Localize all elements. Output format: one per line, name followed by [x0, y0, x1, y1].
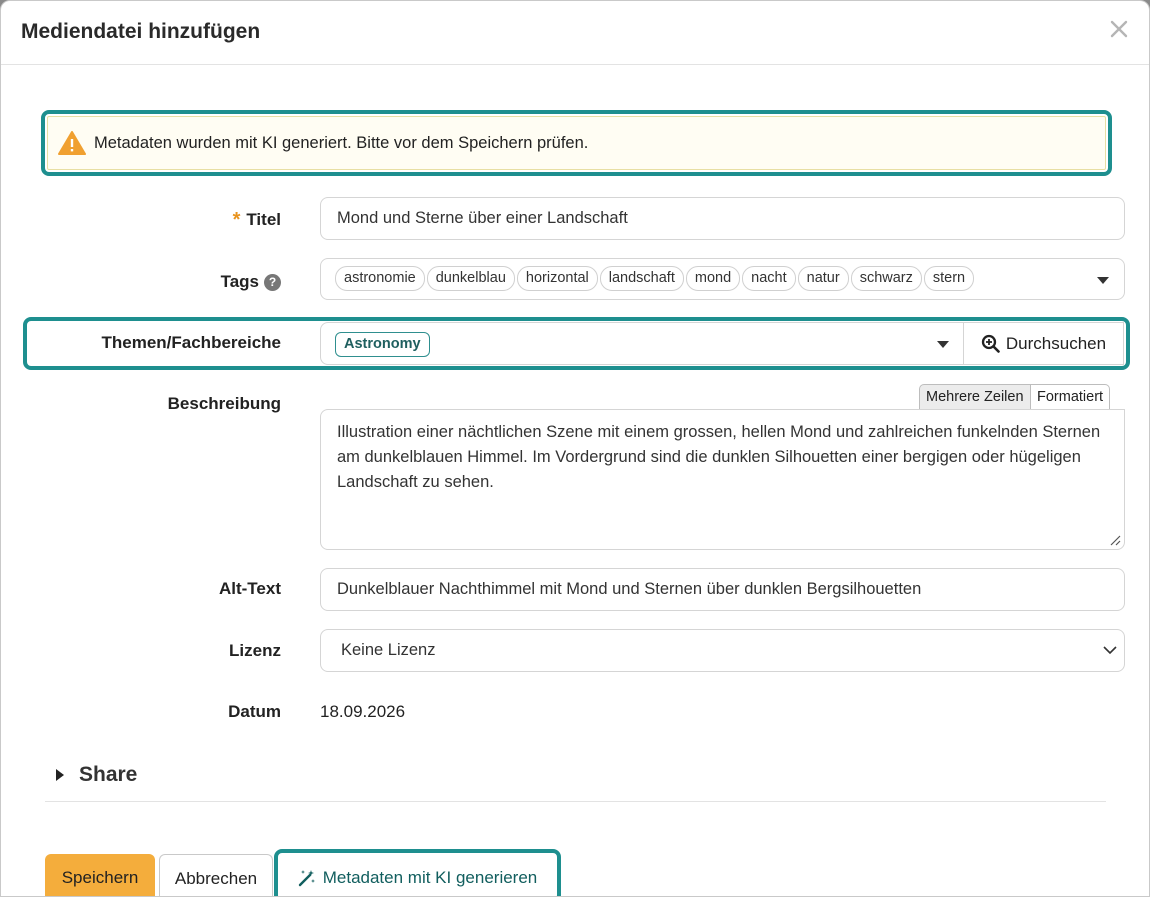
browse-button[interactable]: Durchsuchen: [963, 323, 1123, 364]
tags-label: Tags?: [221, 272, 281, 292]
tag-chip[interactable]: horizontal: [516, 266, 598, 291]
title-value: Mond und Sterne über einer Landschaft: [337, 209, 628, 227]
tag-chip[interactable]: astronomie: [335, 266, 425, 291]
subject-chip[interactable]: Astronomy: [335, 332, 430, 357]
media-dialog: Mediendatei hinzufügen Metadaten wurden …: [0, 0, 1150, 897]
mode-formatted-tab[interactable]: Formatiert: [1031, 384, 1111, 410]
caret-down-icon[interactable]: [1097, 277, 1109, 284]
date-label: Datum: [228, 702, 281, 721]
subjects-label: Themen/Fachbereiche: [101, 333, 281, 352]
cancel-button[interactable]: Abbrechen: [159, 854, 273, 896]
help-icon[interactable]: ?: [264, 274, 281, 291]
tag-chip[interactable]: landschaft: [599, 266, 684, 291]
alt-text-value: Dunkelblauer Nachthimmel mit Mond und St…: [337, 580, 922, 598]
ai-alert: Metadaten wurden mit KI generiert. Bitte…: [47, 116, 1106, 170]
mode-multiline-tab[interactable]: Mehrere Zeilen: [919, 384, 1031, 410]
caret-right-icon: [56, 769, 64, 781]
title-label: * Titel: [232, 209, 281, 231]
save-button[interactable]: Speichern: [45, 854, 155, 896]
tag-chip[interactable]: schwarz: [850, 266, 922, 291]
description-textarea[interactable]: Illustration einer nächtlichen Szene mit…: [320, 409, 1125, 550]
tag-chip[interactable]: stern: [923, 266, 975, 291]
alt-text-input[interactable]: Dunkelblauer Nachthimmel mit Mond und St…: [320, 568, 1125, 611]
required-marker: *: [232, 209, 241, 231]
license-label: Lizenz: [229, 641, 281, 660]
description-value: Illustration einer nächtlichen Szene mit…: [337, 423, 1101, 491]
tag-chip[interactable]: nacht: [742, 266, 796, 291]
license-select[interactable]: Keine Lizenz: [320, 629, 1125, 672]
tags-input[interactable]: astronomie dunkelblau horizontal landsch…: [320, 258, 1125, 300]
share-toggle[interactable]: Share: [56, 763, 137, 787]
title-input[interactable]: Mond und Sterne über einer Landschaft: [320, 197, 1125, 240]
description-label: Beschreibung: [167, 394, 281, 413]
magic-wand-icon: [298, 870, 315, 887]
resize-handle-icon[interactable]: [1109, 534, 1121, 546]
dialog-title: Mediendatei hinzufügen: [21, 20, 261, 43]
tag-chip[interactable]: natur: [797, 266, 849, 291]
alert-text: Metadaten wurden mit KI generiert. Bitte…: [94, 133, 589, 152]
date-value: 18.09.2026: [320, 702, 406, 721]
divider: [45, 801, 1106, 802]
ai-generate-label: Metadaten mit KI generieren: [322, 868, 538, 887]
tags-list: astronomie dunkelblau horizontal landsch…: [335, 266, 976, 291]
browse-label: Durchsuchen: [1005, 333, 1107, 353]
tag-chip[interactable]: dunkelblau: [426, 266, 515, 291]
license-value: Keine Lizenz: [341, 641, 436, 659]
tag-chip[interactable]: mond: [685, 266, 741, 291]
alt-text-label: Alt-Text: [218, 579, 281, 598]
subjects-input[interactable]: Astronomy Durchsuchen: [320, 322, 1124, 365]
chevron-down-icon: [1103, 646, 1117, 655]
close-icon[interactable]: [1107, 17, 1131, 41]
share-label: Share: [79, 763, 138, 786]
caret-down-icon[interactable]: [937, 341, 949, 348]
warning-icon: [58, 130, 86, 156]
dialog-header: Mediendatei hinzufügen: [1, 1, 1149, 65]
search-plus-icon: [981, 334, 1000, 353]
ai-generate-button[interactable]: Metadaten mit KI generieren: [281, 854, 553, 896]
